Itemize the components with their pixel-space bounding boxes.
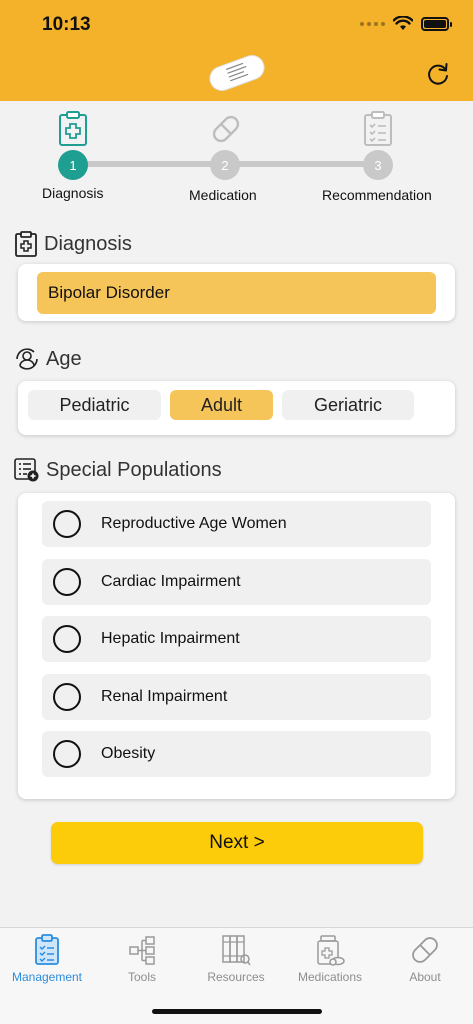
- population-label: Reproductive Age Women: [101, 515, 287, 532]
- pill-bottle-icon: [317, 935, 345, 966]
- tab-about[interactable]: About: [378, 934, 472, 984]
- radio-button[interactable]: [53, 683, 81, 711]
- age-option-adult[interactable]: Adult: [170, 390, 273, 420]
- step-1-indicator[interactable]: 1: [58, 150, 88, 180]
- age-option-pediatric[interactable]: Pediatric: [28, 390, 161, 420]
- age-option-geriatric[interactable]: Geriatric: [282, 390, 414, 420]
- population-label: Cardiac Impairment: [101, 573, 241, 590]
- age-section-title: Age: [14, 346, 82, 372]
- population-option-cardiac[interactable]: Cardiac Impairment: [42, 559, 431, 605]
- tab-tools[interactable]: Tools: [95, 934, 189, 984]
- next-button[interactable]: Next >: [51, 822, 423, 864]
- tab-medications[interactable]: Medications: [283, 934, 377, 984]
- population-option-reproductive[interactable]: Reproductive Age Women: [42, 501, 431, 547]
- step-connector-1: [74, 161, 224, 167]
- flowchart-icon: [129, 936, 155, 965]
- tab-label: Medications: [297, 970, 363, 984]
- status-time: 10:13: [42, 14, 91, 35]
- population-label: Obesity: [101, 745, 156, 762]
- radio-button[interactable]: [53, 740, 81, 768]
- recommendation-checklist-icon: [364, 111, 392, 146]
- wifi-icon: [393, 16, 413, 30]
- diagnosis-title-text: Diagnosis: [44, 233, 132, 255]
- tab-label: Management: [11, 970, 83, 984]
- tab-management[interactable]: Management: [0, 934, 94, 984]
- tab-label: About: [409, 970, 441, 984]
- diagnosis-section-title: Diagnosis: [14, 231, 132, 258]
- age-cycle-icon: [16, 348, 38, 370]
- population-option-obesity[interactable]: Obesity: [42, 731, 431, 777]
- special-populations-section-title: Special Populations: [14, 457, 222, 483]
- step-1-label: Diagnosis: [42, 185, 104, 201]
- books-icon: [222, 935, 251, 966]
- age-card: Pediatric Adult Geriatric: [18, 381, 455, 435]
- list-add-icon: [14, 458, 39, 482]
- step-connector-2: [226, 161, 378, 167]
- step-3-indicator[interactable]: 3: [363, 150, 393, 180]
- app-header: 10:13: [0, 0, 473, 101]
- population-label: Hepatic Impairment: [101, 630, 240, 647]
- progress-stepper: 1 2 3 Diagnosis Medication Recommendatio…: [0, 105, 473, 205]
- signal-icon: [360, 21, 385, 26]
- radio-button[interactable]: [53, 568, 81, 596]
- battery-icon: [421, 16, 452, 31]
- tab-label: Resources: [207, 970, 265, 984]
- population-option-hepatic[interactable]: Hepatic Impairment: [42, 616, 431, 662]
- population-label: Renal Impairment: [101, 688, 228, 705]
- radio-button[interactable]: [53, 625, 81, 653]
- pill-logo-icon: [209, 55, 265, 91]
- special-populations-title-text: Special Populations: [46, 458, 222, 481]
- age-title-text: Age: [46, 347, 82, 370]
- diagnosis-clipboard-icon: [59, 111, 87, 146]
- tab-resources[interactable]: Resources: [189, 934, 283, 984]
- tab-label: Tools: [127, 970, 156, 984]
- radio-button[interactable]: [53, 510, 81, 538]
- refresh-button[interactable]: [424, 60, 452, 88]
- population-option-renal[interactable]: Renal Impairment: [42, 674, 431, 720]
- step-2-indicator[interactable]: 2: [210, 150, 240, 180]
- medication-pill-icon: [212, 115, 240, 143]
- diagnosis-card: Bipolar Disorder: [18, 264, 455, 321]
- step-3-label: Recommendation: [322, 187, 432, 203]
- special-populations-card: Reproductive Age Women Cardiac Impairmen…: [18, 493, 455, 799]
- status-icons: [360, 16, 452, 31]
- home-indicator: [152, 1009, 322, 1014]
- step-2-label: Medication: [189, 187, 257, 203]
- clipboard-medical-icon: [15, 231, 37, 257]
- pill-icon: [412, 937, 438, 963]
- clipboard-icon: [35, 934, 59, 965]
- diagnosis-selector[interactable]: Bipolar Disorder: [37, 272, 436, 314]
